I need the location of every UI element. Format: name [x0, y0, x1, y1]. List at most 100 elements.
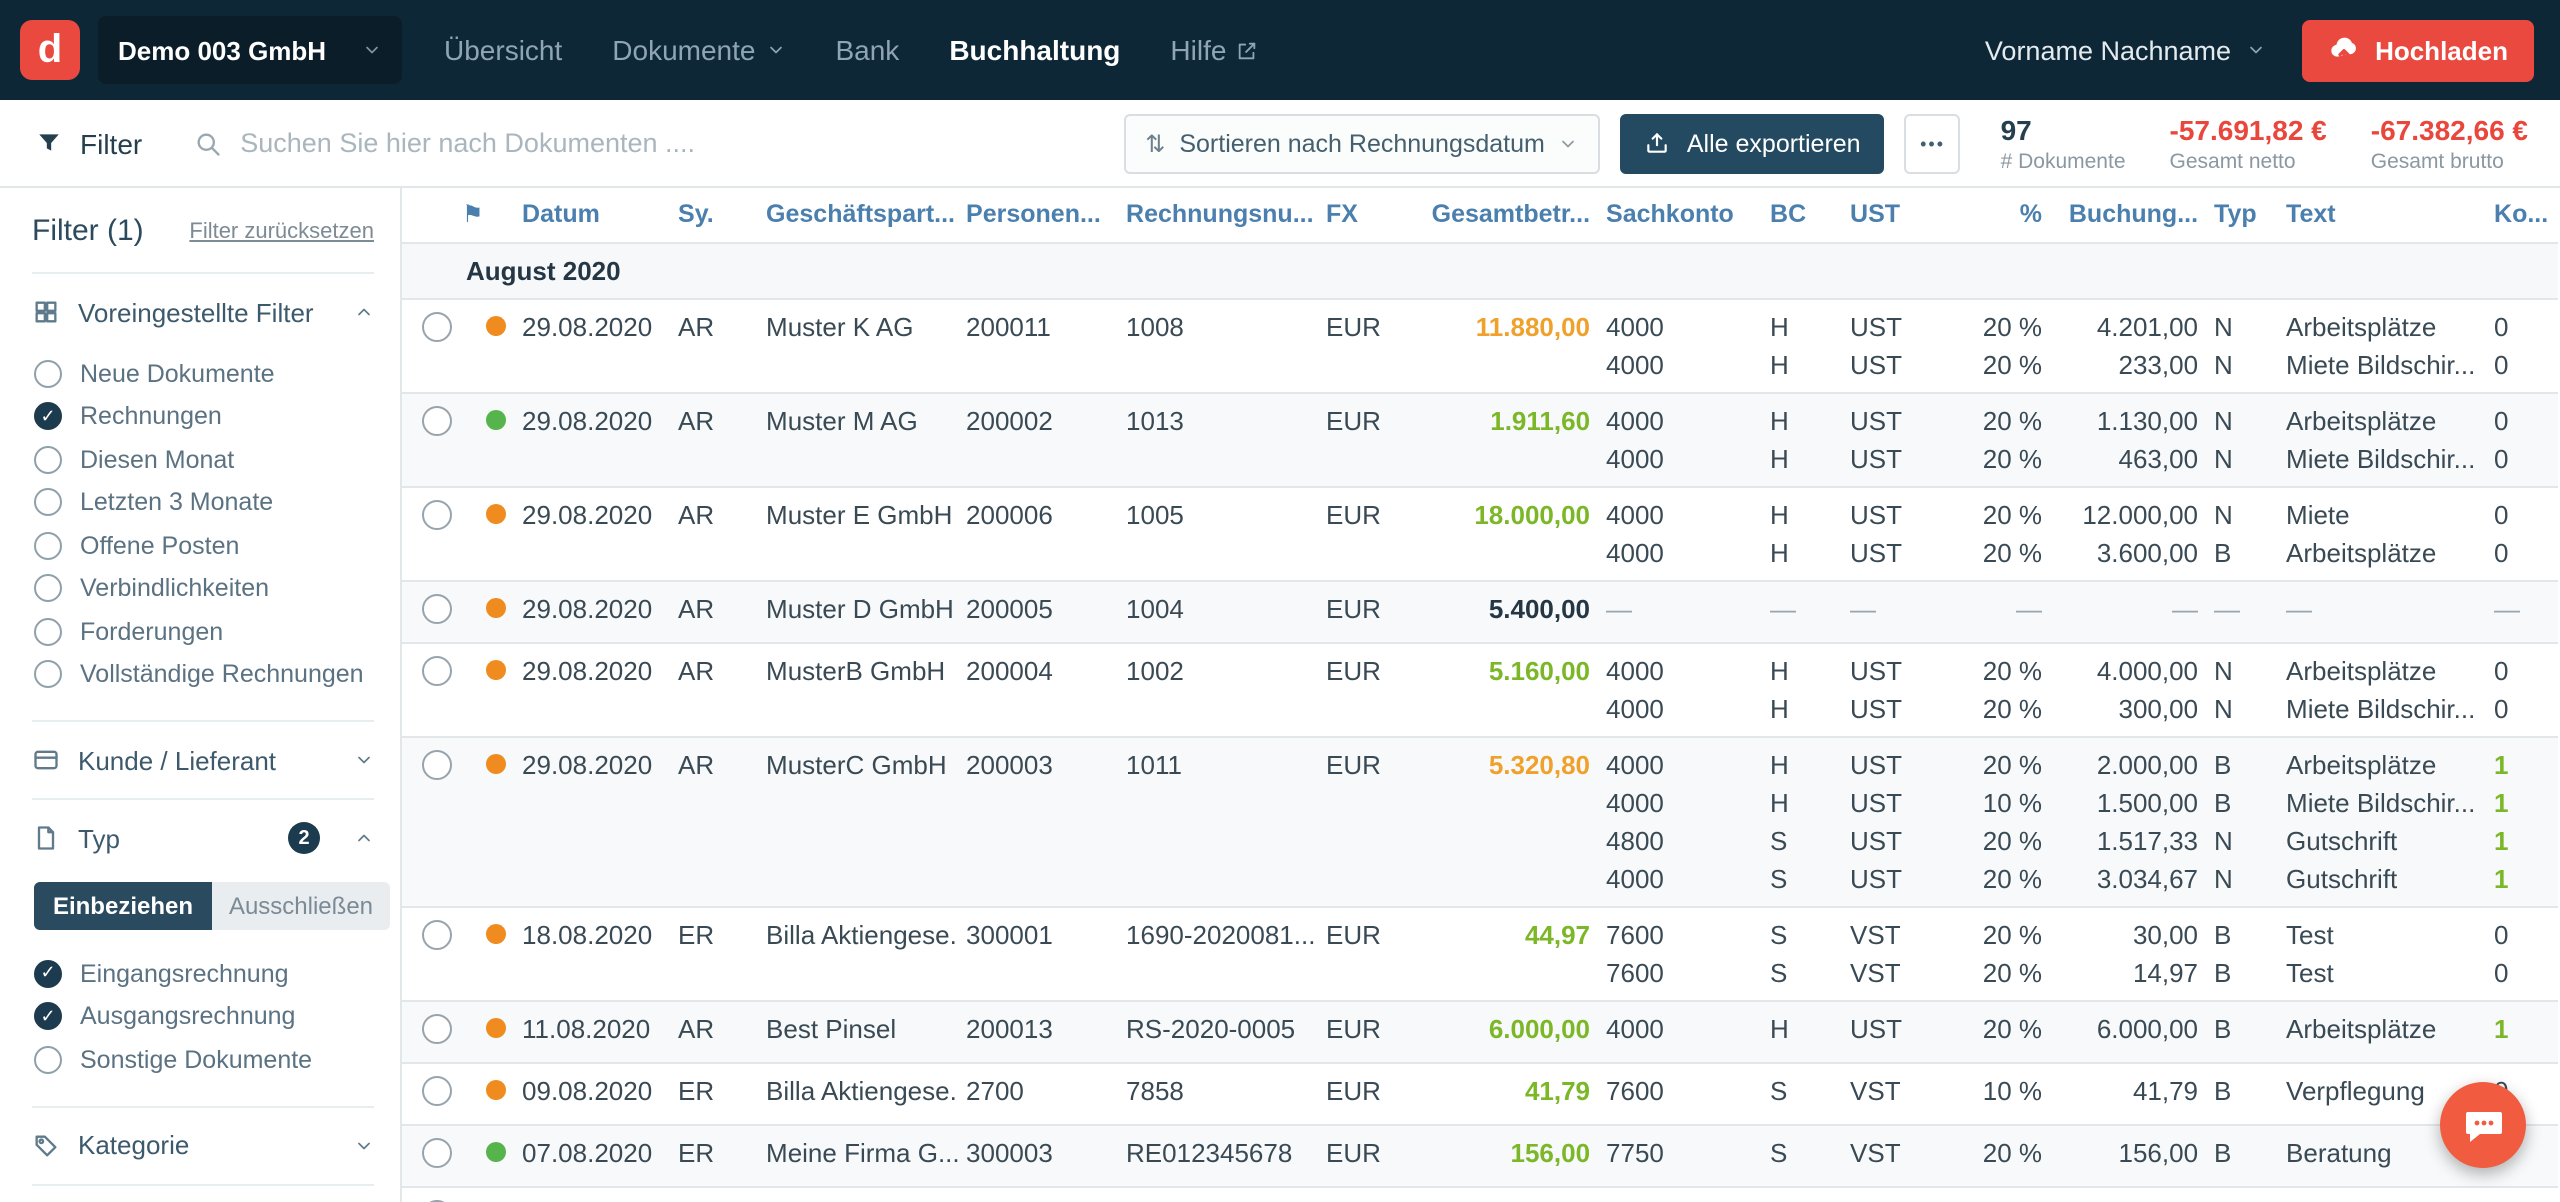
invoice-number-cell: 7858: [1118, 1062, 1318, 1124]
booking-text-cell: Miete Bildschir...: [2278, 345, 2486, 392]
preset-item-7[interactable]: Vollständige Rechnungen: [34, 653, 374, 696]
column-header-0[interactable]: Datum: [514, 188, 670, 242]
section-presets-header[interactable]: Voreingestellte Filter: [32, 274, 374, 350]
check-icon: ✓: [40, 965, 55, 983]
table-row[interactable]: —07.08.2020ERMuster D GmbH30002410004EUR…: [402, 1186, 2558, 1202]
row-select-radio[interactable]: [422, 311, 452, 341]
check-icon: ✓: [40, 1008, 55, 1026]
unchecked-circle-icon[interactable]: [34, 1046, 62, 1074]
section-type-header[interactable]: Typ 2: [32, 800, 374, 876]
type-item-2[interactable]: Sonstige Dokumente: [34, 1038, 374, 1081]
type-item-0[interactable]: ✓Eingangsrechnung: [34, 952, 374, 995]
partner-cell: Billa Aktiengese...: [758, 1062, 958, 1124]
row-select-radio[interactable]: [422, 919, 452, 949]
funnel-icon: [36, 130, 62, 156]
more-button[interactable]: •••: [1905, 113, 1961, 173]
checked-circle-icon[interactable]: ✓: [34, 1003, 62, 1031]
row-select-radio[interactable]: [422, 1075, 452, 1105]
unchecked-circle-icon[interactable]: [34, 618, 62, 646]
column-header-1[interactable]: Sy.: [670, 188, 758, 242]
preset-item-4[interactable]: Offene Posten: [34, 524, 374, 567]
column-header-13[interactable]: Text: [2278, 188, 2486, 242]
export-button[interactable]: Alle exportieren: [1621, 113, 1885, 173]
ellipsis-icon: •••: [1920, 133, 1945, 153]
table-row[interactable]: 29.08.2020ARMusterC GmbH2000031011EUR5.3…: [402, 736, 2558, 906]
row-select-radio[interactable]: [422, 405, 452, 435]
unchecked-circle-icon[interactable]: [34, 489, 62, 517]
bc-cell: H: [1762, 1000, 1842, 1062]
preset-item-6[interactable]: Forderungen: [34, 610, 374, 653]
exclude-tab[interactable]: Ausschließen: [212, 882, 390, 930]
table-row[interactable]: 29.08.2020ARMuster E GmbH2000061005EUR18…: [402, 486, 2558, 580]
sort-button[interactable]: ⇅ Sortieren nach Rechnungsdatum: [1123, 113, 1601, 173]
vat-percent-cell: 20 %: [1930, 689, 2050, 736]
type-item-1[interactable]: ✓Ausgangsrechnung: [34, 995, 374, 1038]
column-header-9[interactable]: UST: [1842, 188, 1930, 242]
vat-percent-cell: 20 %: [1930, 642, 2050, 689]
company-selector[interactable]: Demo 003 GmbH: [98, 16, 402, 84]
vat-percent-cell: 20 %: [1930, 1000, 2050, 1062]
nav-item-1[interactable]: Dokumente: [612, 34, 785, 66]
checked-circle-icon[interactable]: ✓: [34, 403, 62, 431]
nav-item-4[interactable]: Hilfe: [1170, 34, 1258, 66]
stat-1: -57.691,82 €Gesamt netto: [2170, 113, 2327, 173]
table-row[interactable]: 29.08.2020ARMusterB GmbH2000041002EUR5.1…: [402, 642, 2558, 736]
table-row[interactable]: 07.08.2020ERMeine Firma G...300003RE0123…: [402, 1124, 2558, 1186]
column-header-4[interactable]: Rechnungsnu...: [1118, 188, 1318, 242]
upload-button[interactable]: Hochladen: [2301, 19, 2534, 81]
row-select-radio[interactable]: [422, 499, 452, 529]
filter-toggle[interactable]: Filter: [36, 127, 142, 159]
table-row[interactable]: 09.08.2020ERBilla Aktiengese...27007858E…: [402, 1062, 2558, 1124]
unchecked-circle-icon[interactable]: [34, 661, 62, 689]
user-menu[interactable]: Vorname Nachname: [1985, 35, 2265, 65]
section-partner-header[interactable]: Kunde / Lieferant: [32, 722, 374, 798]
preset-item-3[interactable]: Letzten 3 Monate: [34, 481, 374, 524]
preset-item-2[interactable]: Diesen Monat: [34, 438, 374, 481]
column-header-2[interactable]: Geschäftspart...: [758, 188, 958, 242]
app-logo[interactable]: d: [20, 20, 80, 80]
column-header-14[interactable]: Ko...: [2486, 188, 2558, 242]
unchecked-circle-icon[interactable]: [34, 446, 62, 474]
row-select-radio[interactable]: [422, 593, 452, 623]
column-header-6[interactable]: Gesamtbetr...: [1406, 188, 1598, 242]
sidebar-header: Filter (1) Filter zurücksetzen: [32, 188, 374, 274]
row-select-radio[interactable]: [422, 1013, 452, 1043]
reset-filters-link[interactable]: Filter zurücksetzen: [189, 219, 374, 243]
section-steps-header[interactable]: Arbeitsschritte: [32, 1185, 374, 1202]
booking-amount-cell: 300,00: [2050, 689, 2206, 736]
nav-item-0[interactable]: Übersicht: [444, 34, 562, 66]
preset-item-5[interactable]: Verbindlichkeiten: [34, 567, 374, 610]
column-header-10[interactable]: %: [1930, 188, 2050, 242]
unchecked-circle-icon[interactable]: [34, 575, 62, 603]
booking-text-cell: Gutschrift: [2278, 859, 2486, 906]
row-select-radio[interactable]: [422, 749, 452, 779]
column-header-5[interactable]: FX: [1318, 188, 1406, 242]
chat-button[interactable]: [2440, 1082, 2526, 1168]
column-header-3[interactable]: Personen...: [958, 188, 1118, 242]
column-header-8[interactable]: BC: [1762, 188, 1842, 242]
nav-item-2[interactable]: Bank: [835, 34, 899, 66]
column-header-11[interactable]: Buchung...: [2050, 188, 2206, 242]
flag-column-header[interactable]: ⚑: [402, 188, 514, 242]
include-tab[interactable]: Einbeziehen: [34, 882, 212, 930]
table-row[interactable]: 29.08.2020ARMuster M AG2000021013EUR1.91…: [402, 392, 2558, 486]
column-header-12[interactable]: Typ: [2206, 188, 2278, 242]
row-select-radio[interactable]: [422, 655, 452, 685]
checked-circle-icon[interactable]: ✓: [34, 960, 62, 988]
preset-item-0[interactable]: Neue Dokumente: [34, 352, 374, 395]
unchecked-circle-icon[interactable]: [34, 360, 62, 388]
preset-item-1[interactable]: ✓Rechnungen: [34, 395, 374, 438]
table-row[interactable]: 29.08.2020ARMuster K AG2000111008EUR11.8…: [402, 298, 2558, 392]
nav-item-3[interactable]: Buchhaltung: [949, 34, 1120, 66]
invoice-number-cell: 1004: [1118, 580, 1318, 642]
table-row[interactable]: 11.08.2020ARBest Pinsel200013RS-2020-000…: [402, 1000, 2558, 1062]
search-input[interactable]: [240, 128, 1091, 158]
row-select-radio[interactable]: [422, 1137, 452, 1167]
status-dot-icon: [486, 1141, 506, 1161]
unchecked-circle-icon[interactable]: [34, 532, 62, 560]
column-header-7[interactable]: Sachkonto: [1598, 188, 1762, 242]
section-category-header[interactable]: Kategorie: [32, 1107, 374, 1183]
table-row[interactable]: 29.08.2020ARMuster D GmbH2000051004EUR5.…: [402, 580, 2558, 642]
table-row[interactable]: 18.08.2020ERBilla Aktiengese...300001169…: [402, 906, 2558, 1000]
status-dot-icon: [486, 753, 506, 773]
